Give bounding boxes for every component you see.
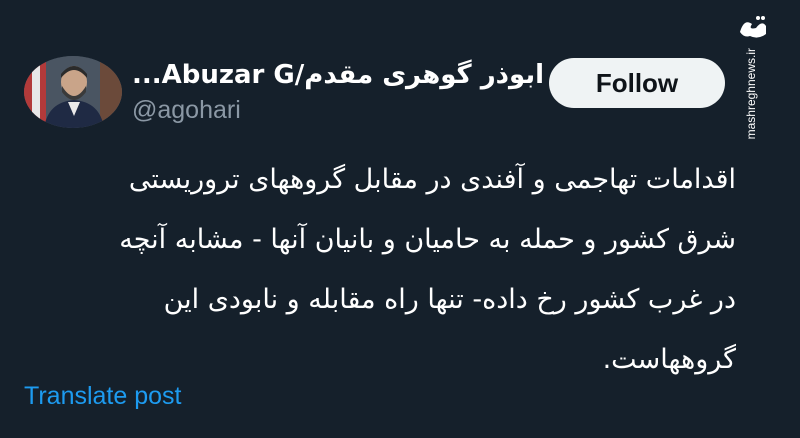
user-handle[interactable]: @agohari (132, 96, 241, 125)
tweet-line: گروههاست. (602, 344, 736, 375)
tweet-line: اقدامات تهاجمی و آفندی در مقابل گروههای … (128, 164, 736, 195)
tweet-text: اقدامات تهاجمی و آفندی در مقابل گروههای … (22, 150, 736, 390)
display-name[interactable]: ابوذر گوهری مقدم/Abuzar G... (132, 60, 544, 90)
site-watermark: mashreghnews.ir (736, 10, 770, 139)
watermark-site-text: mashreghnews.ir (744, 48, 758, 140)
avatar[interactable] (24, 56, 122, 128)
mashregh-logo-icon (740, 16, 766, 38)
profile-photo (24, 56, 122, 128)
follow-button[interactable]: Follow (549, 58, 725, 108)
tweet-line: در غرب کشور رخ داده- تنها راه مقابله و ن… (163, 284, 736, 315)
translate-post-link[interactable]: Translate post (24, 382, 181, 411)
tweet-line: شرق کشور و حمله به حامیان و بانیان آنها … (119, 224, 736, 255)
